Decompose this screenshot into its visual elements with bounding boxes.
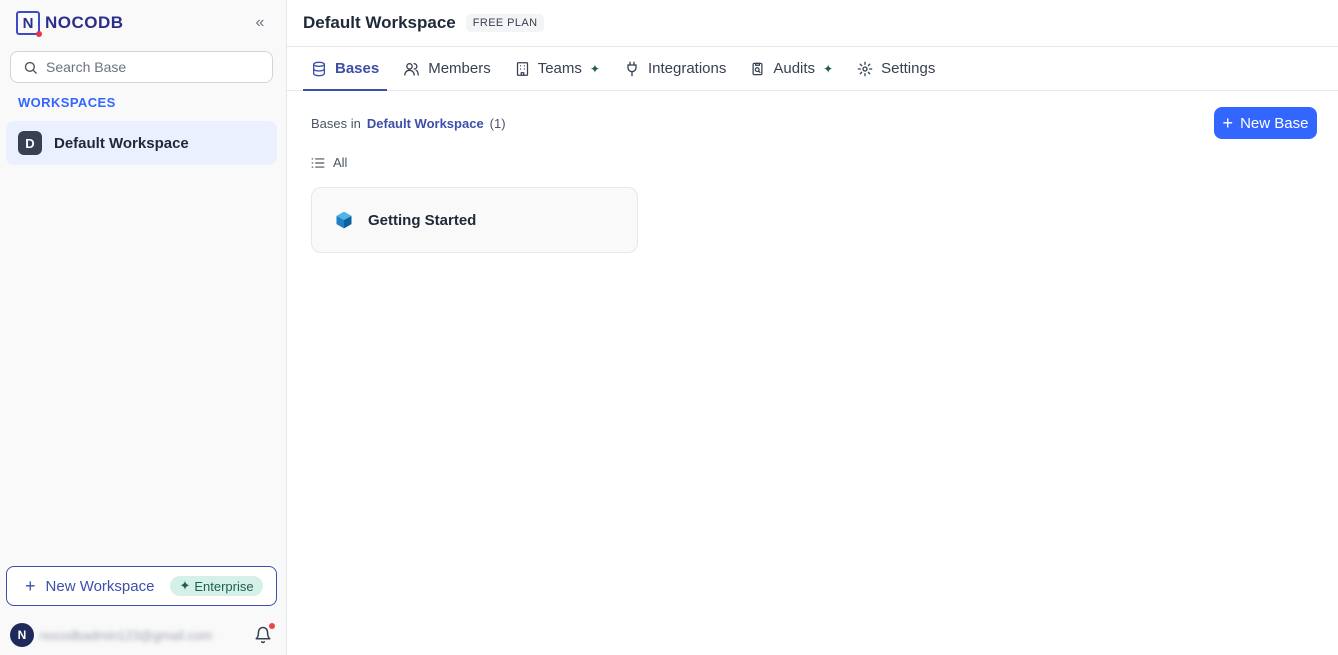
logo-letter: N — [22, 14, 34, 32]
workspace-item-default[interactable]: D Default Workspace — [6, 121, 277, 165]
base-card-getting-started[interactable]: Getting Started — [311, 187, 638, 253]
tab-bases[interactable]: Bases — [303, 47, 388, 91]
plug-icon — [627, 61, 637, 76]
user-row: N nocodbadmin123@gmail.com — [10, 622, 275, 648]
tab-audits[interactable]: Audits ✦ — [742, 47, 841, 90]
gear-icon — [857, 61, 873, 76]
notification-dot — [269, 623, 275, 629]
tab-settings[interactable]: Settings — [849, 47, 943, 90]
bases-summary: Bases in Default Workspace (1) — [311, 116, 506, 131]
tab-label: Audits — [773, 60, 816, 77]
list-icon — [311, 157, 325, 168]
tab-label: Bases — [335, 60, 380, 77]
tab-members[interactable]: Members — [395, 47, 499, 90]
logo-dot — [36, 31, 42, 37]
collapse-sidebar-icon[interactable]: « — [250, 14, 270, 32]
nocodb-logo-icon: N — [16, 11, 42, 37]
base-cube-icon — [336, 211, 352, 229]
user-email: nocodbadmin123@gmail.com — [40, 627, 213, 643]
filter-all[interactable]: All — [311, 155, 347, 170]
tab-bar: Bases Members Teams ✦ Integrations Audit… — [287, 47, 1338, 91]
tab-integrations[interactable]: Integrations — [616, 47, 734, 90]
plus-icon: + — [1222, 113, 1234, 133]
base-name: Getting Started — [368, 211, 477, 229]
new-base-label: New Base — [1240, 114, 1309, 132]
workspace-link[interactable]: Default Workspace — [367, 116, 484, 131]
sparkle-icon: ✦ — [823, 61, 834, 76]
enterprise-label: Enterprise — [194, 578, 254, 594]
sparkle-icon: ✦ — [589, 61, 600, 76]
logo-row: N NOCODB « — [16, 10, 270, 37]
app-root: N NOCODB « WORKSPACES D Default Workspac… — [0, 0, 1338, 655]
tab-teams[interactable]: Teams ✦ — [507, 47, 608, 90]
user-avatar[interactable]: N — [10, 623, 34, 647]
tab-label: Members — [428, 60, 491, 77]
new-workspace-label: New Workspace — [45, 577, 155, 595]
workspace-avatar: D — [18, 131, 42, 155]
sparkle-icon: ✦ — [179, 578, 191, 593]
new-workspace-button[interactable]: + New Workspace ✦ Enterprise — [6, 566, 277, 606]
main-panel: Default Workspace FREE PLAN Bases Member… — [287, 0, 1338, 655]
database-icon — [313, 61, 325, 76]
search-base-field[interactable] — [10, 51, 273, 83]
workspaces-heading: WORKSPACES — [18, 95, 116, 110]
audit-icon — [752, 62, 763, 75]
sidebar: N NOCODB « WORKSPACES D Default Workspac… — [0, 0, 287, 655]
notifications-bell[interactable] — [254, 623, 275, 644]
workspace-name: Default Workspace — [54, 134, 189, 152]
enterprise-badge: ✦ Enterprise — [170, 576, 263, 596]
filter-all-label: All — [333, 155, 348, 170]
page-title: Default Workspace — [303, 13, 456, 32]
users-icon — [404, 62, 420, 76]
tab-label: Teams — [537, 60, 582, 77]
new-base-button[interactable]: + New Base — [1214, 107, 1317, 139]
building-icon — [516, 61, 528, 76]
search-icon — [24, 61, 37, 74]
plan-badge: FREE PLAN — [465, 14, 545, 32]
tab-label: Settings — [881, 60, 936, 77]
bases-in-label: Bases in — [311, 116, 361, 131]
search-base-input[interactable] — [46, 59, 246, 75]
brand-name: NOCODB — [45, 13, 124, 32]
bases-count: (1) — [489, 116, 506, 131]
tab-label: Integrations — [647, 60, 727, 77]
plus-icon: + — [25, 576, 36, 596]
bell-icon — [255, 626, 271, 644]
topbar: Default Workspace FREE PLAN — [287, 0, 1338, 47]
